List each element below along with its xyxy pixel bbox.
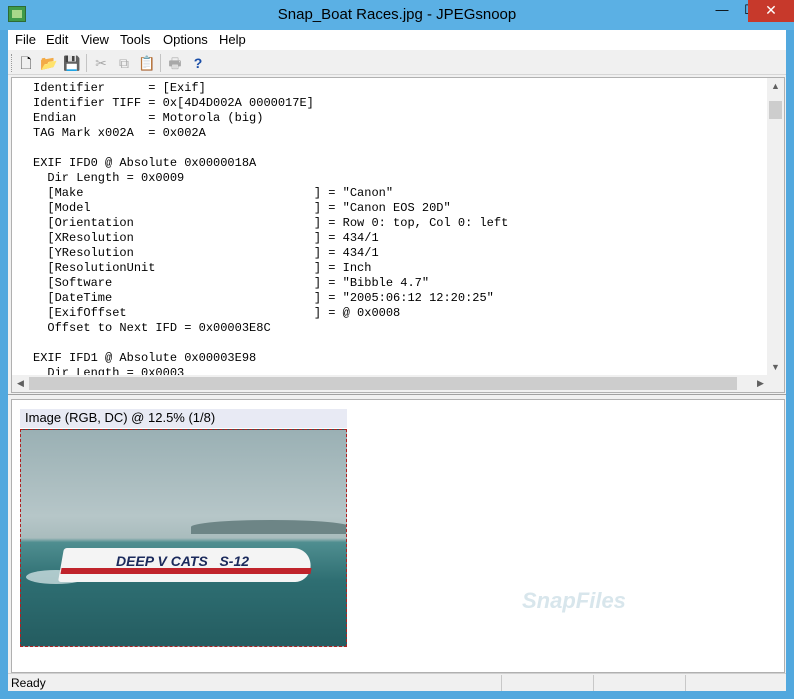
- scroll-left-icon[interactable]: ◀: [12, 375, 29, 392]
- status-bar: Ready: [8, 673, 786, 691]
- scroll-corner: [767, 375, 784, 392]
- log-line: [Model ] = "Canon EOS 20D": [33, 201, 451, 215]
- scroll-down-icon[interactable]: ▼: [767, 359, 784, 376]
- client-area: File Edit View Tools Options Help 🗋 📂 💾 …: [8, 30, 786, 691]
- log-line: EXIF IFD1 @ Absolute 0x00003E98: [33, 351, 257, 365]
- log-line: Dir Length = 0x0009: [33, 171, 185, 185]
- new-file-icon[interactable]: 🗋: [16, 53, 36, 73]
- log-line: Offset to Next IFD = 0x00003E8C: [33, 321, 271, 335]
- log-line: [DateTime ] = "2005:06:12 12:20:25": [33, 291, 494, 305]
- menu-edit[interactable]: Edit: [46, 32, 68, 47]
- log-line: [Make ] = "Canon": [33, 186, 394, 200]
- menu-options[interactable]: Options: [163, 32, 208, 47]
- status-panel-3: [685, 675, 785, 691]
- horizontal-scrollbar[interactable]: ◀ ▶: [12, 375, 769, 392]
- menu-view[interactable]: View: [81, 32, 109, 47]
- log-line: Endian = Motorola (big): [33, 111, 264, 125]
- minimize-button[interactable]: —: [708, 0, 736, 22]
- window-title: Snap_Boat Races.jpg - JPEGsnoop: [277, 6, 517, 23]
- toolbar-separator: [86, 54, 87, 72]
- print-icon[interactable]: 🖶: [165, 53, 185, 73]
- log-line: TAG Mark x002A = 0x002A: [33, 126, 206, 140]
- log-pane[interactable]: Identifier = [Exif] Identifier TIFF = 0x[…: [11, 77, 785, 393]
- log-line: [Software ] = "Bibble 4.7": [33, 276, 430, 290]
- status-text: Ready: [11, 676, 46, 690]
- log-line: [ResolutionUnit ] = Inch: [33, 261, 372, 275]
- title-bar[interactable]: Snap_Boat Races.jpg - JPEGsnoop — ☐ ✕: [0, 0, 794, 30]
- close-button[interactable]: ✕: [748, 0, 794, 22]
- log-line: [XResolution ] = 434/1: [33, 231, 379, 245]
- bridge-shape: [191, 520, 346, 534]
- save-icon[interactable]: 💾: [62, 53, 82, 73]
- toolbar-grip[interactable]: [11, 54, 14, 72]
- vertical-scrollbar[interactable]: ▲ ▼: [767, 78, 784, 376]
- image-pane[interactable]: Image (RGB, DC) @ 12.5% (1/8) DEEP V CAT…: [11, 399, 785, 673]
- log-line: Identifier = [Exif]: [33, 81, 206, 95]
- log-line: [ExifOffset ] = @ 0x0008: [33, 306, 401, 320]
- scroll-up-icon[interactable]: ▲: [767, 78, 784, 95]
- menu-bar: File Edit View Tools Options Help: [8, 30, 786, 50]
- menu-tools[interactable]: Tools: [120, 32, 150, 47]
- toolbar-separator: [160, 54, 161, 72]
- image-preview: DEEP V CATS S-12: [20, 429, 347, 647]
- app-window: Snap_Boat Races.jpg - JPEGsnoop — ☐ ✕ Fi…: [0, 0, 794, 699]
- log-line: [YResolution ] = 434/1: [33, 246, 379, 260]
- boat-label: DEEP V CATS S-12: [116, 553, 250, 569]
- status-panel-1: [501, 675, 591, 691]
- log-line: [Orientation ] = Row 0: top, Col 0: left: [33, 216, 509, 230]
- help-icon[interactable]: ?: [188, 53, 208, 73]
- vertical-scroll-thumb[interactable]: [769, 101, 782, 119]
- menu-help[interactable]: Help: [219, 32, 246, 47]
- status-panel-2: [593, 675, 683, 691]
- log-text[interactable]: Identifier = [Exif] Identifier TIFF = 0x[…: [33, 81, 508, 381]
- image-header: Image (RGB, DC) @ 12.5% (1/8): [20, 409, 347, 428]
- log-line: EXIF IFD0 @ Absolute 0x0000018A: [33, 156, 257, 170]
- open-folder-icon[interactable]: 📂: [39, 53, 59, 73]
- cut-icon[interactable]: ✂: [91, 53, 111, 73]
- toolbar: 🗋 📂 💾 ✂ ⧉ 📋 🖶 ?: [8, 51, 786, 75]
- copy-icon[interactable]: ⧉: [114, 53, 134, 73]
- paste-icon[interactable]: 📋: [137, 53, 157, 73]
- menu-file[interactable]: File: [15, 32, 36, 47]
- log-line: Identifier TIFF = 0x[4D4D002A 0000017E]: [33, 96, 314, 110]
- horizontal-scroll-thumb[interactable]: [29, 377, 737, 390]
- watermark: SnapFiles: [522, 588, 626, 613]
